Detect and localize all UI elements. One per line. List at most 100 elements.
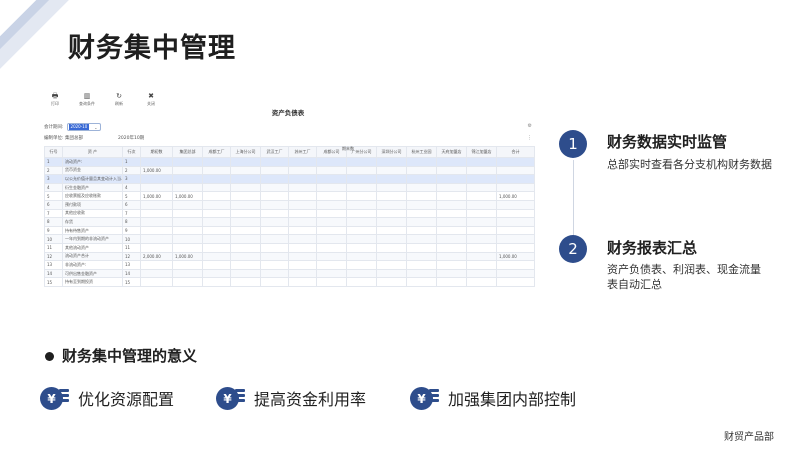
table-cell [406,174,437,184]
table-row[interactable]: 12 流动资产合计 12 2,000.00 1,000.00 1,000.00 [44,251,535,262]
table-cell [140,268,173,279]
table-row[interactable]: 4 衍生金融资产 4 [44,182,535,193]
refresh-button[interactable]: ↻ 刷新 [108,92,130,107]
table-cell [406,199,437,210]
table-cell [436,157,467,167]
table-cell: 1,000.00 [140,165,173,176]
print-button[interactable]: 🖶 打印 [44,92,66,107]
table-cell [466,157,497,167]
table-cell [288,191,317,201]
table-cell [496,199,535,210]
table-row[interactable]: 14 可供出售金融资产 14 [44,268,535,279]
table-cell [436,260,467,270]
table-cell [260,242,289,253]
table-cell [260,251,289,262]
close-button[interactable]: ✖ 关闭 [140,92,162,107]
table-cell [230,242,261,253]
table-row[interactable]: 10 一年内到期的非流动资产 10 [44,234,535,244]
table-cell: 5 [44,191,63,201]
table-cell [260,174,289,184]
table-cell [376,199,407,210]
unit-value: 集团总部 [64,136,83,141]
table-row[interactable]: 5 应收票据及应收账款 5 1,000.00 1,000.00 1,000.00 [44,191,535,201]
more-icon[interactable]: ⋮ [527,135,532,141]
table-cell [496,182,535,193]
table-cell: 1,000.00 [496,191,535,201]
table-cell [172,174,203,184]
table-cell [202,251,231,262]
report-screenshot: 🖶 打印 ▥ 查询条件 ↻ 刷新 ✖ 关闭 资产负债表 会计期间: 2020-1… [42,90,535,316]
column-header[interactable]: 集团总部 [172,146,203,158]
table-cell [496,208,535,219]
table-cell [346,217,377,227]
table-cell [316,191,347,201]
period-value: 2020-10 [68,124,90,130]
table-cell [172,182,203,193]
table-row[interactable]: 15 持有至到期投资 15 [44,277,535,287]
table-row[interactable]: 9 持有待售资产 9 [44,225,535,236]
table-cell [466,260,497,270]
table-cell [140,242,173,253]
table-cell: 5 [122,191,141,201]
table-cell: 6 [122,199,141,210]
column-header[interactable]: 武汉工厂 [260,146,289,158]
table-row[interactable]: 7 其他应收款 7 [44,208,535,219]
table-row[interactable]: 2 货币资金 2 1,000.00 [44,165,535,176]
table-row[interactable]: 1 流动资产: 1 [44,157,535,167]
table-cell [466,217,497,227]
table-cell [260,217,289,227]
table-cell [376,174,407,184]
table-cell [346,191,377,201]
column-header[interactable]: 锦江加盟店 [466,146,497,158]
coin-icon: ¥ [40,384,70,412]
column-header[interactable]: 上海分公司 [230,146,261,158]
table-cell [316,234,347,244]
table-row[interactable]: 3 以公允价值计量且其变动计入当... 3 [44,174,535,184]
table-row[interactable]: 11 其他流动资产 11 [44,242,535,253]
column-header[interactable]: 行号 [44,146,63,158]
table-row[interactable]: 13 非流动资产: 13 [44,260,535,270]
step-badge-2: 2 [559,235,587,263]
table-cell [406,234,437,244]
table-cell [436,182,467,193]
table-cell [288,208,317,219]
table-cell [288,268,317,279]
column-header[interactable]: 期初数 [140,146,173,158]
table-cell [202,260,231,270]
column-header[interactable]: 合计 [496,146,535,158]
column-header[interactable]: 苏州工厂 [288,146,317,158]
column-header[interactable]: 成都工厂 [202,146,231,158]
table-cell [436,268,467,279]
column-header[interactable]: 天府加盟店 [436,146,467,158]
table-cell [316,225,347,236]
column-header[interactable]: 行次 [122,146,141,158]
table-cell [346,242,377,253]
column-header[interactable]: 杭州工业园 [406,146,437,158]
table-row[interactable]: 6 预付款项 6 [44,199,535,210]
table-cell: 2 [122,165,141,176]
table-cell [406,268,437,279]
query-button[interactable]: ▥ 查询条件 [76,92,98,107]
table-cell: 11 [122,242,141,253]
feature-2: ¥ 提高资金利用率 [216,384,366,412]
table-cell: 4 [44,182,63,193]
feature-1: ¥ 优化资源配置 [40,384,174,412]
table-row[interactable]: 8 存货 8 [44,217,535,227]
settings-icon[interactable]: ⚙ [528,123,532,129]
table-cell [202,199,231,210]
table-cell [230,165,261,176]
table-cell [406,251,437,262]
period-select[interactable]: 2020-10 ⌄ [66,123,101,131]
table-cell [230,277,261,287]
table-cell [496,260,535,270]
table-cell [288,157,317,167]
table-cell: 15 [44,277,63,287]
column-header[interactable]: 深圳分公司 [376,146,407,158]
table-cell [288,234,317,244]
item-title-1: 财务数据实时监管 [607,133,728,151]
column-header[interactable]: 资 产 [62,146,123,158]
table-cell: 13 [122,260,141,270]
table-cell [172,242,203,253]
table-cell [202,225,231,236]
feature-3: ¥ 加强集团内部控制 [410,384,576,412]
